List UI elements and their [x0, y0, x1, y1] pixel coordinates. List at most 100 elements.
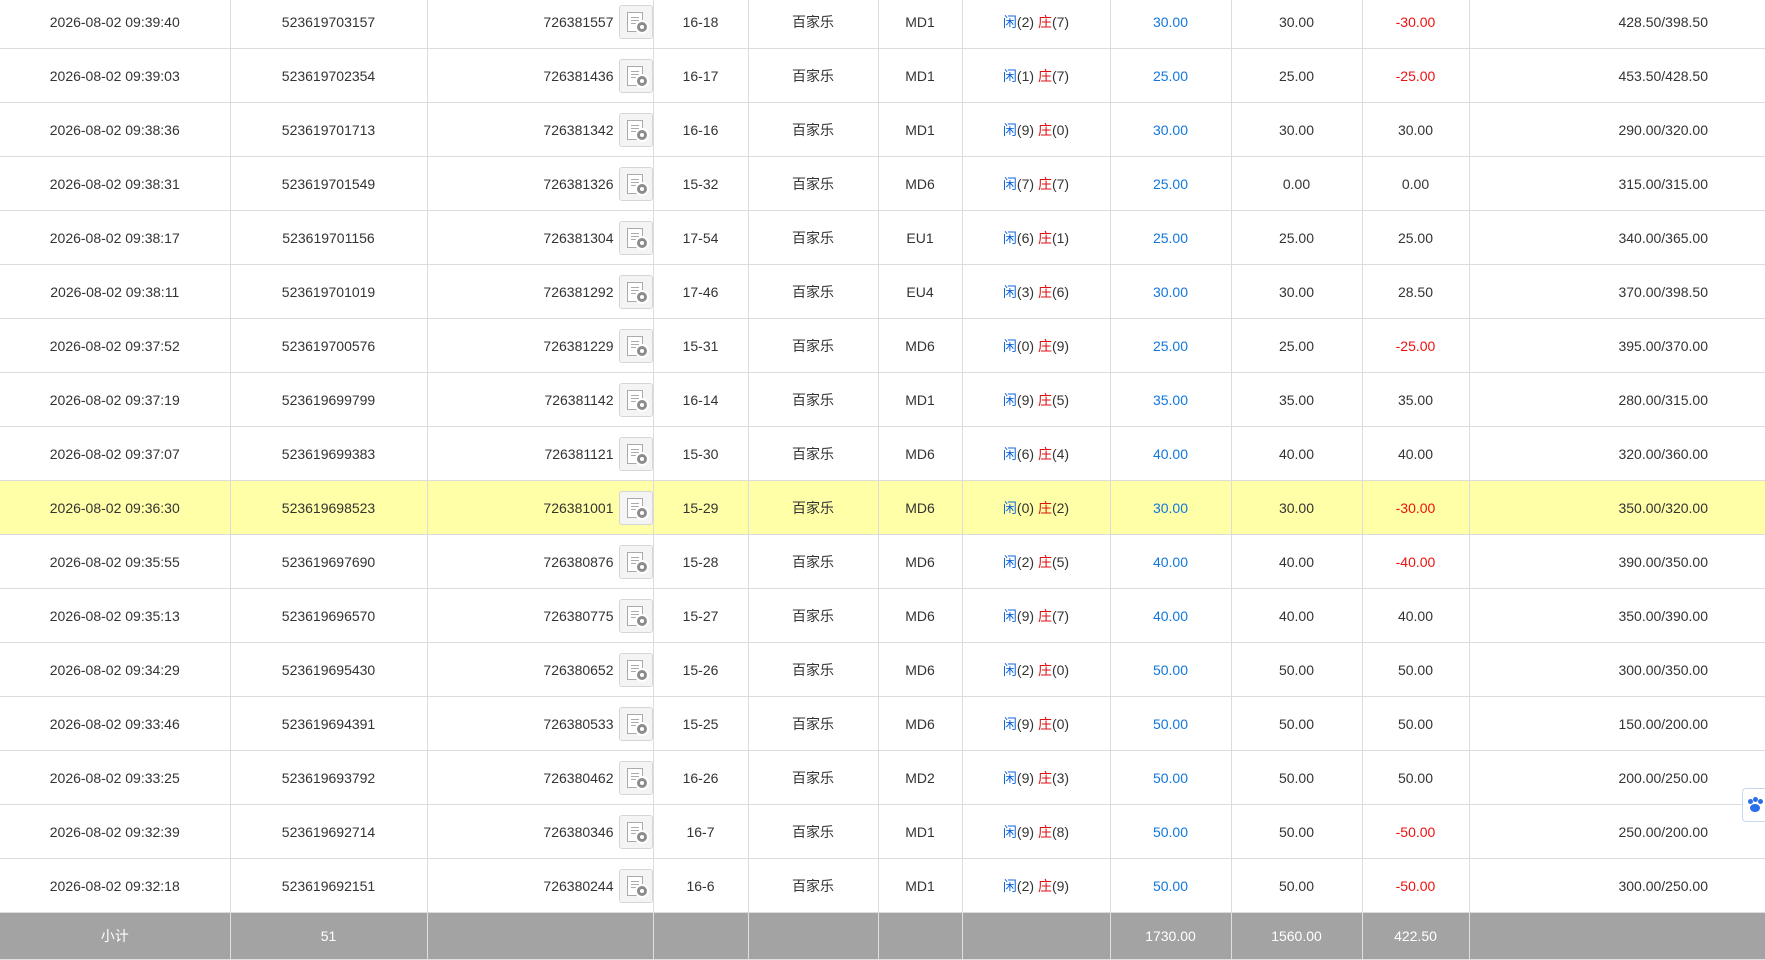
game-type: 百家乐: [747, 804, 879, 859]
player-points: (9): [1016, 823, 1035, 840]
banker-label: 庄: [1037, 67, 1052, 84]
table-row: 2026-08-02 09:35:55 523619697690 7263808…: [0, 534, 1765, 589]
player-label: 闲: [1002, 13, 1017, 30]
player-points: (0): [1016, 337, 1035, 354]
bet-time: 2026-08-02 09:37:19: [0, 372, 231, 427]
banker-points: (6): [1051, 283, 1070, 300]
game-record-icon[interactable]: [618, 328, 652, 363]
game-record-icon[interactable]: [618, 706, 652, 741]
banker-points: (0): [1051, 715, 1070, 732]
bet-amount: 50.00: [1109, 858, 1232, 913]
room-code: MD6: [877, 588, 963, 643]
table-row: 2026-08-02 09:33:46 523619694391 7263805…: [0, 696, 1765, 751]
bet-time: 2026-08-02 09:35:55: [0, 534, 231, 589]
banker-label: 庄: [1037, 553, 1052, 570]
table-id: 726380346: [543, 823, 614, 840]
shoe-round: 16-6: [652, 858, 749, 913]
win-loss: 40.00: [1361, 426, 1470, 481]
bet-id: 523619702354: [229, 48, 428, 103]
player-points: (9): [1016, 121, 1035, 138]
table-id-cell: 726381326: [426, 156, 654, 211]
game-record-icon[interactable]: [618, 112, 652, 147]
table-id-cell: 726381557: [426, 0, 654, 49]
bet-amount: 50.00: [1109, 642, 1232, 697]
room-code: MD1: [877, 0, 963, 49]
game-record-icon[interactable]: [618, 166, 652, 201]
table-id-cell: 726380876: [426, 534, 654, 589]
table-row: 2026-08-02 09:34:29 523619695430 7263806…: [0, 642, 1765, 697]
banker-points: (2): [1051, 499, 1070, 516]
bet-id: 523619695430: [229, 642, 428, 697]
win-loss: 0.00: [1361, 156, 1470, 211]
bet-time: 2026-08-02 09:37:52: [0, 318, 231, 373]
valid-bet: 30.00: [1230, 102, 1363, 157]
table-id: 726380652: [543, 661, 614, 678]
win-loss: 50.00: [1361, 642, 1470, 697]
win-loss: -50.00: [1361, 804, 1470, 859]
game-record-icon[interactable]: [618, 868, 652, 903]
shoe-round: 16-7: [652, 804, 749, 859]
game-result: 闲(0) 庄(9): [961, 318, 1111, 373]
game-type: 百家乐: [747, 318, 879, 373]
game-type: 百家乐: [747, 372, 879, 427]
player-label: 闲: [1002, 391, 1017, 408]
shoe-round: 16-18: [652, 0, 749, 49]
banker-points: (0): [1051, 661, 1070, 678]
banker-label: 庄: [1037, 175, 1052, 192]
banker-points: (5): [1051, 391, 1070, 408]
player-label: 闲: [1002, 337, 1017, 354]
player-points: (0): [1016, 499, 1035, 516]
win-loss: 50.00: [1361, 696, 1470, 751]
game-record-icon[interactable]: [618, 814, 652, 849]
table-id-cell: 726380244: [426, 858, 654, 913]
table-row: 2026-08-02 09:37:52 523619700576 7263812…: [0, 318, 1765, 373]
player-label: 闲: [1002, 121, 1017, 138]
game-type: 百家乐: [747, 48, 879, 103]
bet-amount: 30.00: [1109, 0, 1232, 49]
table-row: 2026-08-02 09:36:30 523619698523 7263810…: [0, 480, 1765, 535]
table-id-cell: 726381142: [426, 372, 654, 427]
table-id-cell: 726380775: [426, 588, 654, 643]
game-result: 闲(9) 庄(7): [961, 588, 1111, 643]
balance-before-after: 340.00/365.00: [1468, 210, 1765, 265]
game-record-icon[interactable]: [618, 382, 652, 417]
bet-time: 2026-08-02 09:33:46: [0, 696, 231, 751]
paw-icon[interactable]: [1742, 788, 1765, 822]
table-row: 2026-08-02 09:37:19 523619699799 7263811…: [0, 372, 1765, 427]
valid-bet: 50.00: [1230, 696, 1363, 751]
bet-time: 2026-08-02 09:37:07: [0, 426, 231, 481]
player-points: (6): [1016, 445, 1035, 462]
game-record-icon[interactable]: [618, 652, 652, 687]
banker-points: (1): [1051, 229, 1070, 246]
game-record-icon[interactable]: [618, 274, 652, 309]
game-record-icon[interactable]: [618, 598, 652, 633]
table-id-cell: 726381121: [426, 426, 654, 481]
game-result: 闲(3) 庄(6): [961, 264, 1111, 319]
bet-id: 523619697690: [229, 534, 428, 589]
bet-id: 523619699799: [229, 372, 428, 427]
banker-points: (8): [1051, 823, 1070, 840]
subtotal-empty: [652, 912, 749, 960]
game-record-icon[interactable]: [618, 4, 652, 39]
valid-bet: 50.00: [1230, 858, 1363, 913]
room-code: MD6: [877, 318, 963, 373]
player-points: (6): [1016, 229, 1035, 246]
valid-bet: 50.00: [1230, 642, 1363, 697]
bet-id: 523619701549: [229, 156, 428, 211]
win-loss: -25.00: [1361, 318, 1470, 373]
game-record-icon[interactable]: [618, 760, 652, 795]
shoe-round: 15-31: [652, 318, 749, 373]
game-record-icon[interactable]: [618, 220, 652, 255]
game-record-icon[interactable]: [618, 490, 652, 525]
game-record-icon[interactable]: [618, 436, 652, 471]
game-record-icon[interactable]: [618, 58, 652, 93]
bet-time: 2026-08-02 09:33:25: [0, 750, 231, 805]
game-result: 闲(1) 庄(7): [961, 48, 1111, 103]
table-row: 2026-08-02 09:38:17 523619701156 7263813…: [0, 210, 1765, 265]
win-loss: 40.00: [1361, 588, 1470, 643]
table-id-cell: 726380346: [426, 804, 654, 859]
game-record-icon[interactable]: [618, 544, 652, 579]
table-id: 726381436: [543, 67, 614, 84]
banker-label: 庄: [1037, 13, 1052, 30]
banker-points: (5): [1051, 553, 1070, 570]
